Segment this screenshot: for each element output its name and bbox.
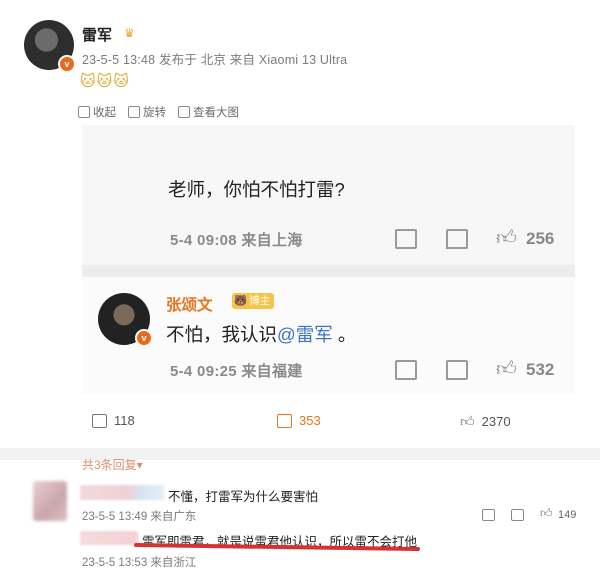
repost-count: 118 <box>114 413 135 428</box>
verified-badge-icon: v <box>58 55 76 73</box>
replier-name-blurred <box>80 531 138 545</box>
bear-icon: 🐻 <box>234 295 248 307</box>
comment-button[interactable]: 353 <box>277 413 321 428</box>
blogger-badge-label: 博主 <box>249 295 271 307</box>
rotate-label: 旋转 <box>143 107 166 119</box>
share-icon[interactable] <box>482 509 495 521</box>
reply-meta: 5-4 09:25 来自福建 <box>170 363 303 380</box>
replies-toggle[interactable]: 共3条回复▾ <box>82 456 143 473</box>
collapse-button[interactable]: 收起 <box>78 104 116 120</box>
crown-icon: ♛ <box>124 26 135 40</box>
rotate-button[interactable]: 旋转 <box>128 104 166 120</box>
post-meta: 23-5-5 13:48 发布于 北京 来自 Xiaomi 13 Ultra <box>82 53 348 67</box>
like-icon: 👍︎ <box>496 358 517 380</box>
like-button[interactable]: 👍︎ 2370 <box>460 413 511 430</box>
comment-like-count: 149 <box>558 509 577 521</box>
like-icon: 👍︎ <box>460 413 475 429</box>
comment-icon <box>277 413 292 428</box>
verified-badge-icon: v <box>135 329 153 347</box>
repost-button[interactable]: 118 <box>92 413 135 428</box>
comment-count: 353 <box>299 413 321 428</box>
view-image-icon <box>178 106 190 118</box>
image-action-bar: 收起 旋转 查看大图 <box>78 104 239 120</box>
like-icon[interactable]: 👍︎ <box>540 506 553 521</box>
post-emojis: 🐱🐱🐱 <box>80 73 130 90</box>
question-text: 老师，你怕不怕打雷? <box>168 179 345 200</box>
reply-text-suffix: 。 <box>332 324 357 345</box>
screenshot-divider <box>82 265 575 277</box>
collapse-icon <box>78 106 90 118</box>
reply-text: 不怕，我认识@雷军 。 <box>166 321 356 347</box>
repost-icon <box>92 413 107 428</box>
reply-comment-meta: 23-5-5 13:53 来自浙江 <box>82 557 197 569</box>
rotate-icon <box>128 106 140 118</box>
comment-icon[interactable] <box>511 509 524 521</box>
question-like-count: 256 <box>526 229 555 248</box>
comment-icon <box>446 360 468 380</box>
share-icon <box>395 229 417 249</box>
like-count: 2370 <box>481 414 511 429</box>
replier-name: 张颂文 <box>166 297 213 314</box>
reply-like-count: 532 <box>526 360 555 379</box>
comment-text: 不懂，打雷军为什么要害怕 <box>168 490 319 504</box>
comment-meta: 23-5-5 13:49 来自广东 <box>82 511 197 523</box>
question-meta: 5-4 09:08 来自上海 <box>170 232 303 249</box>
commenter-name-blurred <box>80 485 164 500</box>
comment-icon <box>446 229 468 249</box>
blogger-badge: 🐻 博主 <box>232 293 275 309</box>
post-author-name[interactable]: 雷军 <box>82 24 112 45</box>
collapse-label: 收起 <box>93 107 116 119</box>
share-icon <box>395 360 417 380</box>
reply-text-prefix: 不怕，我认识 <box>166 324 278 345</box>
view-large-image-button[interactable]: 查看大图 <box>178 104 239 120</box>
like-icon: 👍︎ <box>496 227 517 249</box>
commenter-avatar-blurred <box>33 481 67 521</box>
mention-link: @雷军 <box>277 324 333 345</box>
view-large-image-label: 查看大图 <box>193 107 239 119</box>
